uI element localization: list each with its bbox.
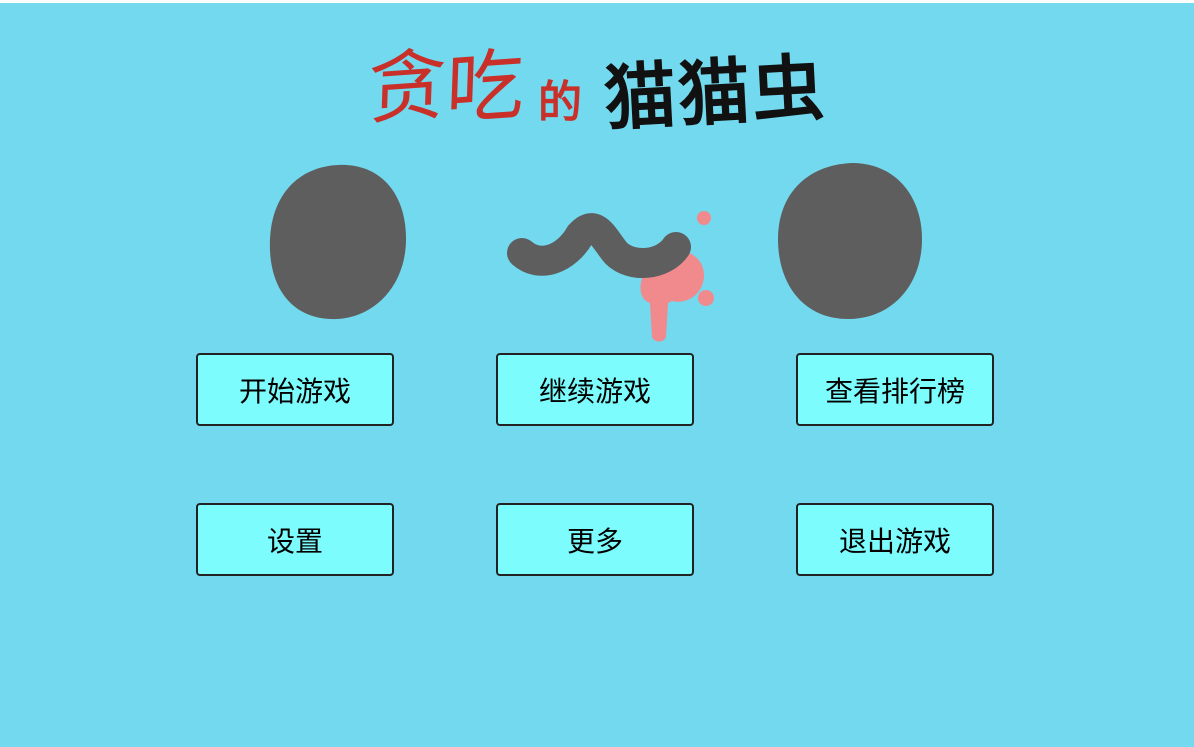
settings-button[interactable]: 设置: [196, 503, 394, 576]
more-button[interactable]: 更多: [496, 503, 694, 576]
leaderboard-button[interactable]: 查看排行榜: [796, 353, 994, 426]
right-eye: [778, 163, 922, 319]
catbug-face-illustration: [269, 163, 922, 342]
mouth: [507, 213, 691, 278]
game-menu-screen: 贪 吃 的 猫猫虫 开始游戏 继续游戏 查看排行榜 设置 更多 退出游戏: [0, 3, 1194, 747]
continue-game-button[interactable]: 继续游戏: [496, 353, 694, 426]
quit-game-button[interactable]: 退出游戏: [796, 503, 994, 576]
left-eye: [269, 164, 406, 320]
start-game-button[interactable]: 开始游戏: [196, 353, 394, 426]
